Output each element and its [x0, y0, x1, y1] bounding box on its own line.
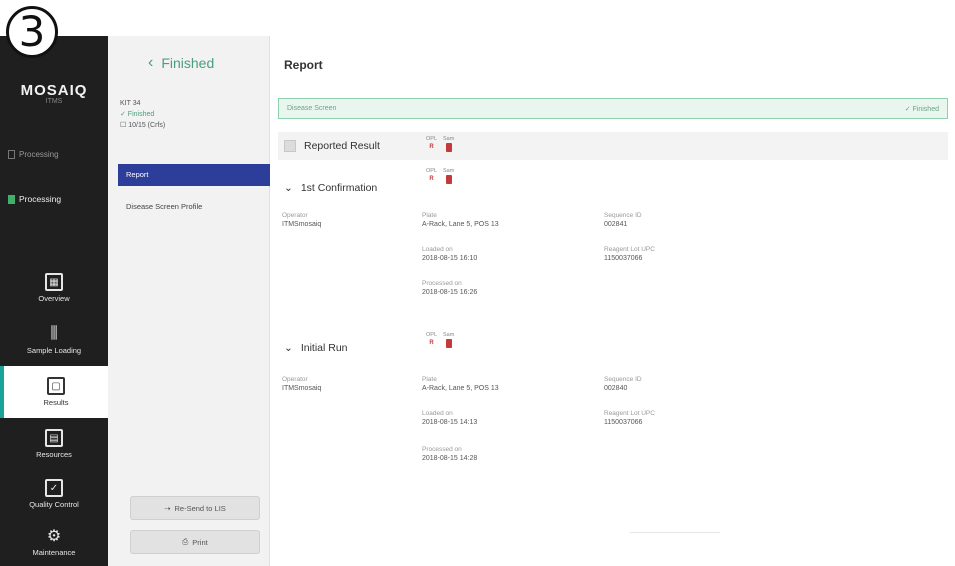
- kit-sub-status: ☐ 10/15 (Crfs): [120, 122, 166, 129]
- nav-overview[interactable]: ▦ Overview: [0, 262, 108, 314]
- loaded-label: Loaded on: [422, 410, 453, 417]
- disease-screen-status: ✓ Finished: [904, 105, 939, 113]
- nav-results-label: Results: [43, 398, 69, 407]
- app-window: 3 MOSAIQ ITMS Processing Processing ▦ Ov…: [0, 0, 955, 566]
- kit-info: KIT 34 ✓ Finished ☐ 10/15 (Crfs): [120, 98, 165, 131]
- processing-status[interactable]: Processing: [8, 194, 104, 204]
- count-label: OPL: [426, 136, 438, 142]
- reagent-value: 1150037066: [604, 255, 643, 262]
- divider: [630, 532, 720, 533]
- count-label: Sam: [443, 168, 455, 174]
- main-nav: MOSAIQ ITMS Processing Processing ▦ Over…: [0, 36, 108, 566]
- initial-run-label: Initial Run: [300, 342, 348, 354]
- nav-resources[interactable]: ▤ Resources: [0, 418, 108, 470]
- overview-icon: ▦: [45, 273, 63, 291]
- first-confirmation-label: 1st Confirmation: [300, 182, 378, 194]
- sample-loading-icon: ⫼: [50, 325, 58, 342]
- results-sidebar: ‹ Finished KIT 34 ✓ Finished ☐ 10/15 (Cr…: [108, 36, 270, 566]
- nav-sample-loading-label: Sample Loading: [26, 346, 82, 355]
- reagent-value: 1150037066: [604, 419, 643, 426]
- back-label: Finished: [161, 55, 215, 71]
- loaded-value: 2018-08-15 14:13: [422, 419, 478, 426]
- operator-label: Operator: [282, 376, 308, 383]
- resend-to-lis-button[interactable]: ⇢ Re-Send to LIS: [130, 496, 260, 520]
- count-value: R: [429, 340, 434, 346]
- nav-maintenance-label: Maintenance: [32, 548, 76, 557]
- disease-screen-bar[interactable]: Disease Screen ✓ Finished: [278, 98, 948, 119]
- plate-value: A-Rack, Lane 5, POS 13: [422, 221, 499, 228]
- nav-overview-label: Overview: [38, 294, 70, 303]
- menu-report[interactable]: Report: [118, 164, 270, 186]
- report-panel: Report Disease Screen ✓ Finished Reporte…: [270, 36, 955, 566]
- reactive-marker-icon: [445, 339, 452, 348]
- first-confirmation-counts: OPL R Sam: [426, 168, 454, 184]
- resources-icon: ▤: [45, 429, 63, 447]
- operator-value: ITMSmosaiq: [282, 221, 322, 228]
- count-label: OPL: [426, 168, 438, 174]
- quality-control-icon: ✓: [45, 479, 63, 497]
- brand-subtitle: ITMS: [45, 98, 63, 105]
- chevron-down-icon: ⌄: [284, 342, 293, 354]
- resend-label: Re-Send to LIS: [174, 503, 226, 513]
- print-button[interactable]: ⎙ Print: [130, 530, 260, 554]
- chevron-down-icon: ⌄: [284, 182, 293, 194]
- first-confirmation-header[interactable]: ⌄ 1st Confirmation: [284, 182, 377, 194]
- processing-status-label: Processing: [19, 194, 62, 204]
- plate-value: A-Rack, Lane 5, POS 13: [422, 385, 499, 392]
- reagent-label: Reagent Lot UPC: [604, 246, 655, 253]
- count-label: Sam: [443, 136, 455, 142]
- loaded-value: 2018-08-15 16:10: [422, 255, 478, 262]
- sequence-label: Sequence ID: [604, 212, 642, 219]
- operator-value: ITMSmosaiq: [282, 385, 322, 392]
- sequence-label: Sequence ID: [604, 376, 642, 383]
- status-indicator-icon: [8, 150, 15, 159]
- reactive-marker-icon: [445, 175, 452, 184]
- maintenance-icon: ⚙: [46, 528, 62, 545]
- nav-results[interactable]: ▢ Results: [0, 366, 108, 418]
- nav-quality-control[interactable]: ✓ Quality Control: [0, 468, 108, 520]
- chevron-left-icon: ‹: [148, 54, 154, 71]
- reactive-marker-icon: [445, 143, 452, 152]
- page-title: Report: [284, 58, 323, 72]
- kit-id: KIT 34: [120, 100, 141, 107]
- result-checkbox-icon: [284, 140, 296, 152]
- nav-resources-label: Resources: [36, 450, 72, 459]
- nav-maintenance[interactable]: ⚙ Maintenance: [0, 516, 108, 566]
- reported-result-counts: OPL R Sam: [426, 136, 454, 152]
- count-value: R: [429, 176, 434, 182]
- reported-result-label: Reported Result: [304, 140, 380, 152]
- brand-logo: MOSAIQ: [20, 82, 88, 99]
- instrument-status: Processing: [8, 150, 104, 159]
- kit-status: ✓ Finished: [120, 111, 155, 118]
- processed-value: 2018-08-15 16:26: [422, 289, 478, 296]
- reported-result-header: Reported Result: [278, 132, 948, 160]
- initial-run-counts: OPL R Sam: [426, 332, 454, 348]
- print-label: Print: [192, 537, 208, 547]
- reagent-label: Reagent Lot UPC: [604, 410, 655, 417]
- disease-screen-label: Disease Screen: [287, 105, 337, 112]
- plate-label: Plate: [422, 376, 437, 383]
- sequence-value: 002840: [604, 385, 628, 392]
- operator-label: Operator: [282, 212, 308, 219]
- print-icon: ⎙: [182, 537, 189, 546]
- processed-label: Processed on: [422, 280, 462, 287]
- nav-sample-loading[interactable]: ⫼ Sample Loading: [0, 314, 108, 366]
- step-number-badge: 3: [6, 6, 58, 58]
- count-label: Sam: [443, 332, 455, 338]
- loaded-label: Loaded on: [422, 246, 453, 253]
- menu-disease-screen-profile[interactable]: Disease Screen Profile: [118, 202, 270, 211]
- plate-label: Plate: [422, 212, 437, 219]
- instrument-status-label: Processing: [19, 150, 59, 159]
- processed-value: 2018-08-15 14:28: [422, 455, 478, 462]
- processing-hourglass-icon: [8, 194, 15, 204]
- processed-label: Processed on: [422, 446, 462, 453]
- count-value: R: [429, 144, 434, 150]
- send-icon: ⇢: [164, 503, 171, 513]
- nav-quality-control-label: Quality Control: [29, 500, 79, 509]
- count-label: OPL: [426, 332, 438, 338]
- results-icon: ▢: [47, 377, 65, 395]
- back-to-finished-button[interactable]: ‹ Finished: [148, 54, 214, 72]
- initial-run-header[interactable]: ⌄ Initial Run: [284, 342, 348, 354]
- sequence-value: 002841: [604, 221, 628, 228]
